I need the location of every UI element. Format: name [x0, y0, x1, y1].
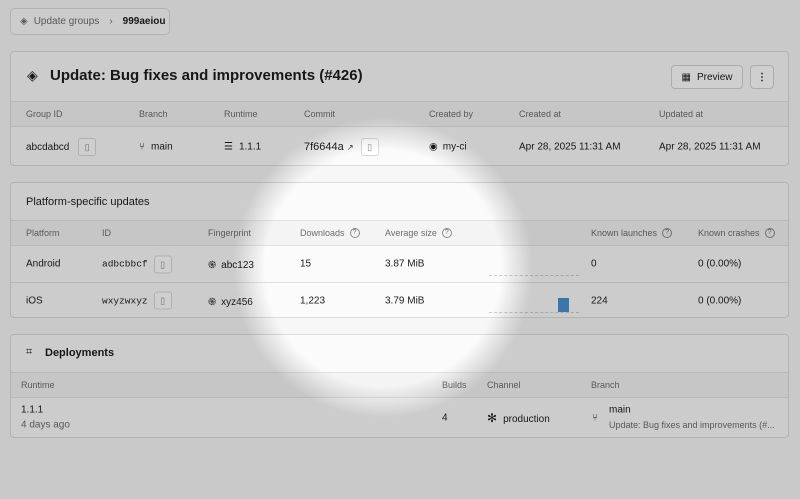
- help-icon[interactable]: ?: [662, 228, 673, 238]
- breadcrumb-current: 999aeiou: [122, 16, 166, 27]
- col-created-by: Created by: [429, 109, 474, 119]
- help-icon[interactable]: ?: [349, 228, 360, 238]
- preview-button[interactable]: ▦ Preview: [671, 65, 743, 89]
- platform-row: Android adbcbbcf ▯ ֍ abc123 15 3.87 MiB 0 …: [11, 246, 788, 282]
- chart-bar[interactable]: [558, 298, 569, 312]
- chevron-right-icon: ›: [109, 16, 113, 27]
- fingerprint-icon: ֍: [208, 260, 217, 271]
- channel-icon: ✻: [487, 411, 498, 425]
- platform-id: wxyzwxyz ▯: [102, 291, 172, 310]
- section-title: Deployments: [45, 347, 115, 359]
- col-builds: Builds: [442, 380, 467, 390]
- channel[interactable]: ✻ production: [487, 411, 550, 425]
- more-options-button[interactable]: ⋮: [750, 65, 774, 89]
- known-launches: 0: [591, 258, 597, 270]
- col-known-crashes: Known crashes?: [698, 228, 775, 238]
- breadcrumb: ◈ Update groups › 999aeiou: [10, 8, 170, 35]
- qr-code-icon: ▦: [681, 71, 691, 83]
- known-crashes: 0 (0.00%): [698, 258, 742, 270]
- col-runtime: Runtime: [224, 109, 258, 119]
- known-crashes: 0 (0.00%): [698, 295, 742, 306]
- runtime: ☰ 1.1.1: [224, 141, 262, 152]
- platform-updates-card: Platform-specific updates Platform ID Fi…: [10, 182, 789, 318]
- col-downloads: Downloads?: [300, 228, 360, 238]
- downloads: 15: [300, 258, 312, 270]
- col-branch: Branch: [139, 109, 168, 119]
- col-known-launches: Known launches?: [591, 228, 673, 238]
- platform-name: Android: [26, 258, 61, 270]
- col-runtime: Runtime: [21, 380, 55, 390]
- col-branch: Branch: [591, 380, 620, 390]
- external-link-icon: ↗: [346, 142, 354, 152]
- help-icon[interactable]: ?: [764, 228, 775, 238]
- platform-row: iOS wxyzwxyz ▯ ֍ xyz456 1,223 3.79 MiB 224…: [11, 282, 788, 317]
- platform-name: iOS: [26, 295, 43, 306]
- col-commit: Commit: [304, 109, 335, 119]
- copy-icon[interactable]: ▯: [360, 137, 379, 156]
- known-launches: 224: [591, 295, 608, 306]
- updated-at: Apr 28, 2025 11:31 AM: [659, 141, 761, 152]
- commit-link[interactable]: 7f6644a ↗ ▯: [304, 137, 379, 156]
- branch[interactable]: ⑂ main: [139, 141, 173, 152]
- platform-id: adbcbbcf ▯: [102, 255, 172, 273]
- created-at: Apr 28, 2025 11:31 AM: [519, 141, 621, 152]
- deployments-card: ⌗ Deployments Runtime Builds Channel Bra…: [10, 334, 789, 438]
- copy-icon[interactable]: ▯: [153, 255, 172, 273]
- chart-baseline: [489, 312, 579, 313]
- col-created-at: Created at: [519, 109, 562, 119]
- col-updated-at: Updated at: [659, 109, 704, 119]
- group-id: abcdabcd ▯: [26, 137, 97, 156]
- layers-icon: ◈: [20, 16, 28, 27]
- average-size: 3.79 MiB: [385, 295, 425, 306]
- deployment-runtime: 1.1.1: [21, 404, 44, 416]
- downloads: 1,223: [300, 295, 326, 306]
- fingerprint: ֍ abc123: [208, 260, 254, 271]
- layers-icon: ◈: [27, 67, 38, 83]
- fingerprint-icon: ֍: [208, 296, 217, 308]
- deployment-branch: main: [609, 404, 631, 416]
- runtime-icon: ☰: [224, 141, 233, 152]
- git-branch-icon: ⑂: [592, 412, 598, 424]
- deployment-message: Update: Bug fixes and improvements (#...: [609, 420, 775, 430]
- average-size: 3.87 MiB: [385, 258, 425, 270]
- chart-baseline: [489, 275, 579, 276]
- deployment-row[interactable]: 1.1.1 4 days ago 4 ✻ production ⑂ main Up…: [11, 398, 788, 437]
- col-group-id: Group ID: [26, 109, 63, 119]
- git-branch-icon: ⑂: [139, 141, 145, 152]
- copy-icon[interactable]: ▯: [78, 137, 97, 156]
- col-platform: Platform: [26, 228, 60, 238]
- fingerprint: ֍ xyz456: [208, 296, 253, 308]
- deployments-icon: ⌗: [26, 346, 33, 358]
- col-channel: Channel: [487, 380, 521, 390]
- deployment-builds: 4: [442, 412, 448, 424]
- deployment-age: 4 days ago: [21, 419, 70, 431]
- copy-icon[interactable]: ▯: [153, 291, 172, 310]
- help-icon[interactable]: ?: [441, 228, 452, 238]
- page-title: Update: Bug fixes and improvements (#426…: [50, 67, 363, 84]
- section-title: Platform-specific updates: [26, 196, 150, 208]
- col-average-size: Average size?: [385, 228, 452, 238]
- col-fingerprint: Fingerprint: [208, 228, 252, 238]
- col-id: ID: [102, 228, 111, 238]
- created-by: ◉ my-ci: [429, 141, 467, 152]
- breadcrumb-parent[interactable]: Update groups: [34, 16, 100, 27]
- update-card: ◈ Update: Bug fixes and improvements (#4…: [10, 51, 789, 166]
- more-vertical-icon: ⋮: [757, 71, 767, 83]
- user-icon: ◉: [429, 141, 438, 152]
